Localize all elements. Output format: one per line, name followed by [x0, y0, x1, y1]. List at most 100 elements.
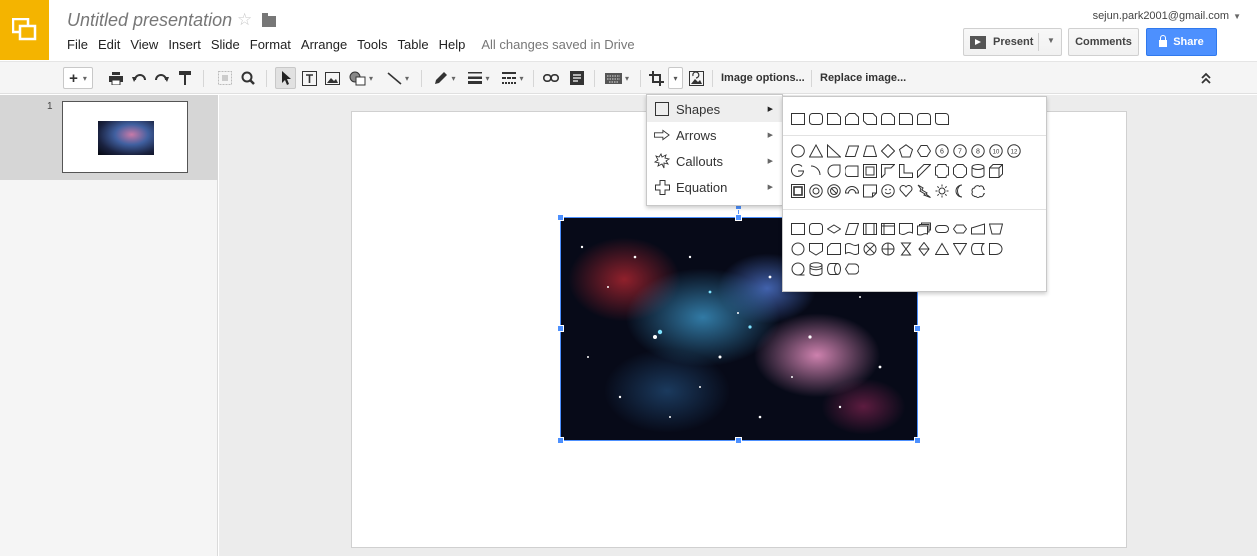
flowchart-display-shape-icon[interactable]: [845, 262, 859, 276]
flowchart-document-shape-icon[interactable]: [899, 222, 913, 236]
menu-table[interactable]: Table: [398, 37, 429, 52]
frame-shape-icon[interactable]: [863, 164, 877, 178]
account-menu[interactable]: sejun.park2001@gmail.com ▼: [1093, 10, 1241, 22]
replace-image-button[interactable]: Replace image...: [820, 67, 906, 89]
flowchart-sequential-access-storage-shape-icon[interactable]: [791, 262, 805, 276]
menu-help[interactable]: Help: [439, 37, 466, 52]
present-button[interactable]: Present ▼: [963, 28, 1062, 56]
flowchart-connector-shape-icon[interactable]: [791, 242, 805, 256]
folded-corner-shape-icon[interactable]: [863, 184, 877, 198]
menu-insert[interactable]: Insert: [168, 37, 201, 52]
menu-slide[interactable]: Slide: [211, 37, 240, 52]
flowchart-stored-data-shape-icon[interactable]: [971, 242, 985, 256]
diamond-shape-icon[interactable]: [881, 144, 895, 158]
snip-corner-rectangle-shape-icon[interactable]: [827, 112, 841, 126]
resize-handle-bottom-right[interactable]: [914, 437, 921, 444]
flowchart-multidocument-shape-icon[interactable]: [917, 222, 931, 236]
shape-button[interactable]: ▾: [345, 67, 377, 89]
round-single-corner-rectangle-shape-icon[interactable]: [899, 112, 913, 126]
menu-item-equation[interactable]: Equation ▶: [647, 174, 784, 200]
flowchart-process-shape-icon[interactable]: [791, 222, 805, 236]
right-triangle-shape-icon[interactable]: [827, 144, 841, 158]
flowchart-decision-shape-icon[interactable]: [827, 222, 841, 236]
crop-button[interactable]: [646, 67, 666, 89]
octagon-shape-icon[interactable]: 7: [953, 144, 967, 158]
print-button[interactable]: [106, 67, 126, 89]
menu-arrange[interactable]: Arrange: [301, 37, 347, 52]
arc-shape-icon[interactable]: [809, 164, 823, 178]
new-slide-button[interactable]: + ▾: [63, 67, 93, 89]
menu-format[interactable]: Format: [250, 37, 291, 52]
smiley-face-shape-icon[interactable]: [881, 184, 895, 198]
flowchart-merge-shape-icon[interactable]: [953, 242, 967, 256]
insert-image-button[interactable]: [322, 67, 342, 89]
dodecagon-shape-icon[interactable]: 10: [989, 144, 1003, 158]
menu-tools[interactable]: Tools: [357, 37, 387, 52]
hexagon-shape-icon[interactable]: [917, 144, 931, 158]
flowchart-terminator-shape-icon[interactable]: [935, 222, 949, 236]
pentagon-shape-icon[interactable]: [899, 144, 913, 158]
zoom-button[interactable]: [238, 67, 258, 89]
select-tool-button[interactable]: [275, 67, 296, 89]
heptagon-shape-icon[interactable]: 6: [935, 144, 949, 158]
flowchart-collate-shape-icon[interactable]: [899, 242, 913, 256]
flowchart-punched-tape-shape-icon[interactable]: [845, 242, 859, 256]
fit-button[interactable]: [215, 67, 235, 89]
sun-shape-icon[interactable]: [935, 184, 949, 198]
diagonal-stripe-shape-icon[interactable]: [917, 164, 931, 178]
plaque-shape-icon[interactable]: [935, 164, 949, 178]
menu-item-shapes[interactable]: Shapes ▶: [647, 96, 784, 122]
resize-handle-top[interactable]: [735, 214, 742, 221]
slides-logo[interactable]: [0, 0, 49, 60]
lightning-bolt-shape-icon[interactable]: [917, 184, 931, 198]
tetradecagon-shape-icon[interactable]: 12: [1007, 144, 1021, 158]
border-color-button[interactable]: ▾: [430, 67, 460, 89]
flowchart-internal-storage-shape-icon[interactable]: [881, 222, 895, 236]
snip-same-side-rectangle-shape-icon[interactable]: [845, 112, 859, 126]
flowchart-magnetic-disk-shape-icon[interactable]: [809, 262, 823, 276]
border-weight-button[interactable]: ▾: [464, 67, 494, 89]
border-dash-button[interactable]: ▾: [498, 67, 528, 89]
flowchart-data-shape-icon[interactable]: [845, 222, 859, 236]
heart-shape-icon[interactable]: [899, 184, 913, 198]
present-dropdown-icon[interactable]: ▼: [1047, 36, 1055, 45]
insert-link-button[interactable]: [540, 67, 562, 89]
octagon-outline-shape-icon[interactable]: [953, 164, 967, 178]
no-symbol-shape-icon[interactable]: [827, 184, 841, 198]
flowchart-direct-access-storage-shape-icon[interactable]: [827, 262, 841, 276]
flowchart-alternate-process-shape-icon[interactable]: [809, 222, 823, 236]
moon-shape-icon[interactable]: [953, 184, 967, 198]
resize-handle-bottom-left[interactable]: [557, 437, 564, 444]
cube-shape-icon[interactable]: [989, 164, 1003, 178]
pie-shape-icon[interactable]: [791, 164, 805, 178]
collapse-toolbar-button[interactable]: [1196, 67, 1216, 89]
mask-image-button[interactable]: ▾: [668, 67, 683, 89]
can-shape-icon[interactable]: [971, 164, 985, 178]
decagon-shape-icon[interactable]: 8: [971, 144, 985, 158]
snip-round-rectangle-shape-icon[interactable]: [881, 112, 895, 126]
donut-shape-icon[interactable]: [809, 184, 823, 198]
comments-button[interactable]: Comments: [1068, 28, 1139, 56]
menu-edit[interactable]: Edit: [98, 37, 120, 52]
redo-button[interactable]: [152, 67, 172, 89]
flowchart-extract-shape-icon[interactable]: [935, 242, 949, 256]
block-arc-shape-icon[interactable]: [845, 184, 859, 198]
share-button[interactable]: Share: [1146, 28, 1217, 56]
half-frame-shape-icon[interactable]: [881, 164, 895, 178]
reset-image-button[interactable]: [686, 67, 706, 89]
flowchart-preparation-shape-icon[interactable]: [953, 222, 967, 236]
flowchart-summing-junction-shape-icon[interactable]: [863, 242, 877, 256]
menu-file[interactable]: File: [67, 37, 88, 52]
keyboard-button[interactable]: ▾: [600, 67, 634, 89]
round-diagonal-rectangle-shape-icon[interactable]: [935, 112, 949, 126]
cloud-shape-icon[interactable]: [971, 184, 985, 198]
line-button[interactable]: ▾: [382, 67, 414, 89]
star-icon[interactable]: ☆: [237, 11, 252, 28]
l-shape-icon[interactable]: [899, 164, 913, 178]
flowchart-card-shape-icon[interactable]: [827, 242, 841, 256]
parallelogram-shape-icon[interactable]: [845, 144, 859, 158]
rectangle-shape-icon[interactable]: [791, 112, 805, 126]
menu-item-callouts[interactable]: Callouts ▶: [647, 148, 784, 174]
flowchart-predefined-process-shape-icon[interactable]: [863, 222, 877, 236]
teardrop-shape-icon[interactable]: [827, 164, 841, 178]
